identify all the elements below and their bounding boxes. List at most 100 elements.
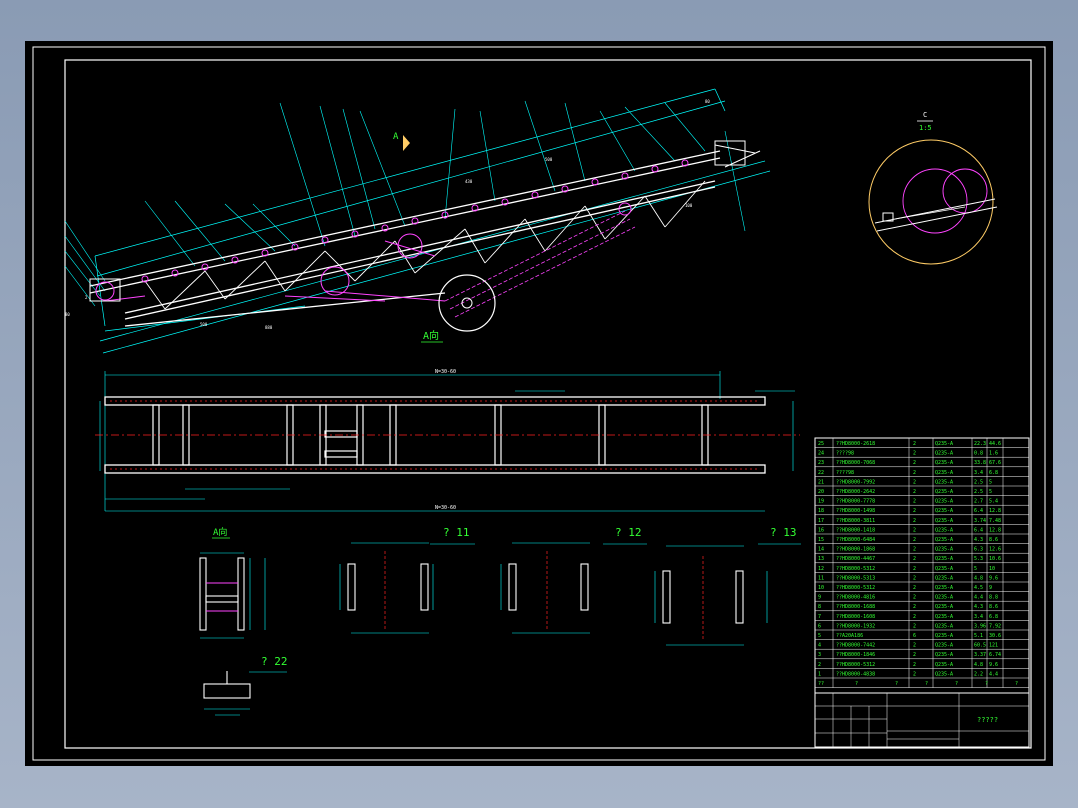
table-cell-material: Q235-A <box>935 575 953 581</box>
table-header-cell: ? <box>985 681 988 687</box>
table-cell-total: 6.74 <box>989 652 1001 658</box>
table-cell-qty: 2 <box>913 527 916 533</box>
table-cell-code: ??HD8000-5312 <box>836 585 875 591</box>
section-22-label: ? 22 <box>261 655 288 668</box>
drawing-canvas[interactable]: A A向 430 500 500 880 80 100 2 80 C 1:5 N… <box>25 41 1053 766</box>
table-header-cell: ?? <box>818 681 824 687</box>
table-cell-no: 1 <box>818 671 821 677</box>
table-cell-material: Q235-A <box>935 643 953 649</box>
title-name: ????? <box>977 716 998 724</box>
table-cell-qty: 2 <box>913 451 916 457</box>
conveyor-plan-view: N=30-60 N=30-60 <box>95 369 800 512</box>
detail-c-scale: 1:5 <box>919 124 932 132</box>
section-13-label: ? 13 <box>770 526 797 539</box>
table-cell-weight: 4.8 <box>974 575 983 581</box>
table-cell-material: Q235-A <box>935 547 953 553</box>
table-cell-material: Q235-A <box>935 460 953 466</box>
table-cell-code: ????98 <box>836 451 854 457</box>
cad-window: A A向 430 500 500 880 80 100 2 80 C 1:5 N… <box>0 0 1078 808</box>
table-cell-code: ??HD8000-3811 <box>836 518 875 524</box>
svg-text:80: 80 <box>65 312 70 317</box>
table-cell-qty: 2 <box>913 614 916 620</box>
table-cell-qty: 6 <box>913 633 916 639</box>
table-cell-code: ??HD8000-7442 <box>836 643 875 649</box>
table-cell-no: 7 <box>818 614 821 620</box>
table-cell-material: Q235-A <box>935 527 953 533</box>
table-cell-no: 15 <box>818 537 824 543</box>
table-cell-code: ??A20A186 <box>836 633 863 639</box>
table-cell-weight: 22.3 <box>974 441 986 447</box>
table-cell-no: 25 <box>818 441 824 447</box>
table-cell-weight: 3.96 <box>974 623 986 629</box>
view-a-small-label: A向 <box>213 526 227 538</box>
table-cell-code: ??HD8000-2642 <box>836 489 875 495</box>
table-cell-weight: 4.3 <box>974 537 983 543</box>
table-cell-qty: 2 <box>913 662 916 668</box>
table-header-cell: ? <box>1015 681 1018 687</box>
table-cell-material: Q235-A <box>935 614 953 620</box>
table-cell-code: ??HD8000-1418 <box>836 527 875 533</box>
table-cell-weight: 2.5 <box>974 479 983 485</box>
table-header-cell: ? <box>925 681 928 687</box>
table-cell-total: 44.6 <box>989 441 1001 447</box>
table-header-cell: ? <box>895 681 898 687</box>
table-cell-weight: 2.7 <box>974 499 983 505</box>
table-cell-total: 9.6 <box>989 662 998 668</box>
table-cell-no: 9 <box>818 595 821 601</box>
table-cell-code: ??HD8000-4816 <box>836 595 875 601</box>
table-cell-material: Q235-A <box>935 499 953 505</box>
table-cell-total: 12.8 <box>989 508 1001 514</box>
table-cell-total: 8.8 <box>989 595 998 601</box>
conveyor-elevation-view: A A向 430500 500880 80100 280 <box>64 88 771 354</box>
table-cell-no: 22 <box>818 470 824 476</box>
table-cell-total: 7.92 <box>989 623 1001 629</box>
table-cell-total: 8.6 <box>989 604 998 610</box>
svg-text:100: 100 <box>685 203 693 208</box>
section-11: ? 11 <box>339 526 475 634</box>
table-cell-total: 5.4 <box>989 499 998 505</box>
table-cell-weight: 5.1 <box>974 633 983 639</box>
section-13: ? 13 <box>654 526 801 646</box>
table-cell-total: 6.8 <box>989 470 998 476</box>
inner-border <box>64 59 1032 749</box>
section-a-small: A向 <box>199 526 266 639</box>
table-cell-code: ????98 <box>836 470 854 476</box>
table-cell-material: Q235-A <box>935 508 953 514</box>
table-cell-qty: 2 <box>913 623 916 629</box>
table-cell-weight: 5 <box>974 566 977 572</box>
table-cell-qty: 2 <box>913 537 916 543</box>
table-cell-no: 14 <box>818 547 824 553</box>
table-cell-total: 10 <box>989 566 995 572</box>
table-cell-material: Q235-A <box>935 470 953 476</box>
table-cell-total: 121 <box>989 643 998 649</box>
table-cell-weight: 3.4 <box>974 470 983 476</box>
table-cell-no: 18 <box>818 508 824 514</box>
table-cell-total: 9 <box>989 585 992 591</box>
section-22: ? 22 <box>203 655 288 716</box>
table-cell-qty: 2 <box>913 585 916 591</box>
table-cell-total: 9.6 <box>989 575 998 581</box>
table-cell-qty: 2 <box>913 441 916 447</box>
table-cell-material: Q235-A <box>935 479 953 485</box>
section-12-label: ? 12 <box>615 526 642 539</box>
table-cell-qty: 2 <box>913 643 916 649</box>
table-cell-weight: 2.5 <box>974 489 983 495</box>
table-cell-weight: 4.4 <box>974 595 983 601</box>
table-cell-code: ??HD8000-7778 <box>836 499 875 505</box>
svg-text:880: 880 <box>265 325 273 330</box>
table-cell-material: Q235-A <box>935 566 953 572</box>
drawing-sheet: A A向 430500 500880 80100 280 C 1:5 N=30-… <box>32 46 1046 761</box>
table-cell-no: 17 <box>818 518 824 524</box>
svg-text:430: 430 <box>465 179 473 184</box>
table-cell-total: 5 <box>989 489 992 495</box>
table-cell-material: Q235-A <box>935 652 953 658</box>
table-cell-no: 2 <box>818 662 821 668</box>
table-cell-material: Q235-A <box>935 489 953 495</box>
table-cell-code: ??HD8000-1498 <box>836 508 875 514</box>
table-cell-no: 10 <box>818 585 824 591</box>
table-cell-material: Q235-A <box>935 585 953 591</box>
title-block: ????? <box>814 692 1030 748</box>
outer-border <box>32 46 1046 761</box>
view-a-top-label: A <box>393 132 399 142</box>
dim-long-top: N=30-60 <box>435 369 456 375</box>
